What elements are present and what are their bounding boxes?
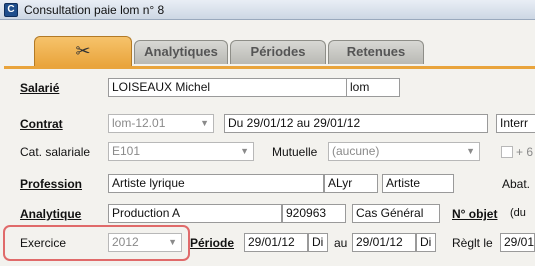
objet-label[interactable]: N° objet [452,207,497,221]
exercice-value: 2012 [112,235,139,249]
extra-checkbox[interactable] [501,146,513,158]
periode-au-label: au [334,236,348,250]
contrat-dates-field[interactable]: Du 29/01/12 au 29/01/12 [224,114,488,133]
contrat-select-value: lom-12.01 [112,116,166,130]
analytique-name-field[interactable]: Production A [108,204,282,223]
profession-category-field[interactable]: Artiste [382,174,454,193]
tab-periodes[interactable]: Périodes [230,40,326,64]
reglement-label: Règlt le [452,236,493,250]
cat-salariale-select[interactable]: E101 ▼ [108,142,254,161]
objet-suffix: (du [510,207,526,219]
tab-general[interactable]: ✂ [34,36,132,66]
title-bar: C Consultation paie lom n° 8 [0,0,535,20]
contrat-select[interactable]: lom-12.01 ▼ [108,114,214,133]
cat-salariale-value: E101 [112,144,141,158]
periode-start-unit[interactable]: Di [308,233,328,252]
mutuelle-value: (aucune) [332,144,380,158]
analytique-type-field[interactable]: Cas Général [352,204,440,223]
periode-start-field[interactable]: 29/01/12 [244,233,308,252]
analytique-code-field[interactable]: 920963 [282,204,346,223]
salarie-name-field[interactable]: LOISEAUX Michel [108,78,348,97]
salarie-label: Salarié [20,81,60,95]
extra-label: + 6 [516,145,534,159]
chevron-down-icon: ▼ [200,118,209,128]
exercice-select[interactable]: 2012 ▼ [108,233,182,252]
chevron-down-icon: ▼ [466,146,475,156]
mutuelle-label: Mutuelle [272,145,318,159]
tab-analytiques[interactable]: Analytiques [134,40,228,64]
cat-salariale-label: Cat. salariale [20,145,91,159]
exercice-label: Exercice [20,236,67,250]
tab-retenues[interactable]: Retenues [328,40,424,64]
periode-end-unit[interactable]: Di [416,233,436,252]
app-icon: C [4,3,18,17]
analytique-label: Analytique [20,207,82,221]
window-title: Consultation paie lom n° 8 [24,3,165,17]
chevron-down-icon: ▼ [240,146,249,156]
abat-label: Abat. [502,177,531,191]
tab-strip: ✂ Analytiques Périodes Retenues [0,20,535,66]
reglement-field[interactable]: 29/01 [500,233,535,252]
salarie-code-field[interactable]: lom [346,78,400,97]
contrat-type-field[interactable]: Interr [496,114,535,133]
profession-label: Profession [20,177,83,191]
mutuelle-select[interactable]: (aucune) ▼ [328,142,480,161]
periode-label[interactable]: Période [190,236,234,250]
profession-code-field[interactable]: ALyr [324,174,378,193]
tools-icon: ✂ [75,41,91,61]
chevron-down-icon: ▼ [168,237,177,247]
profession-name-field[interactable]: Artiste lyrique [108,174,324,193]
contrat-label: Contrat [20,117,63,131]
periode-end-field[interactable]: 29/01/12 [352,233,416,252]
